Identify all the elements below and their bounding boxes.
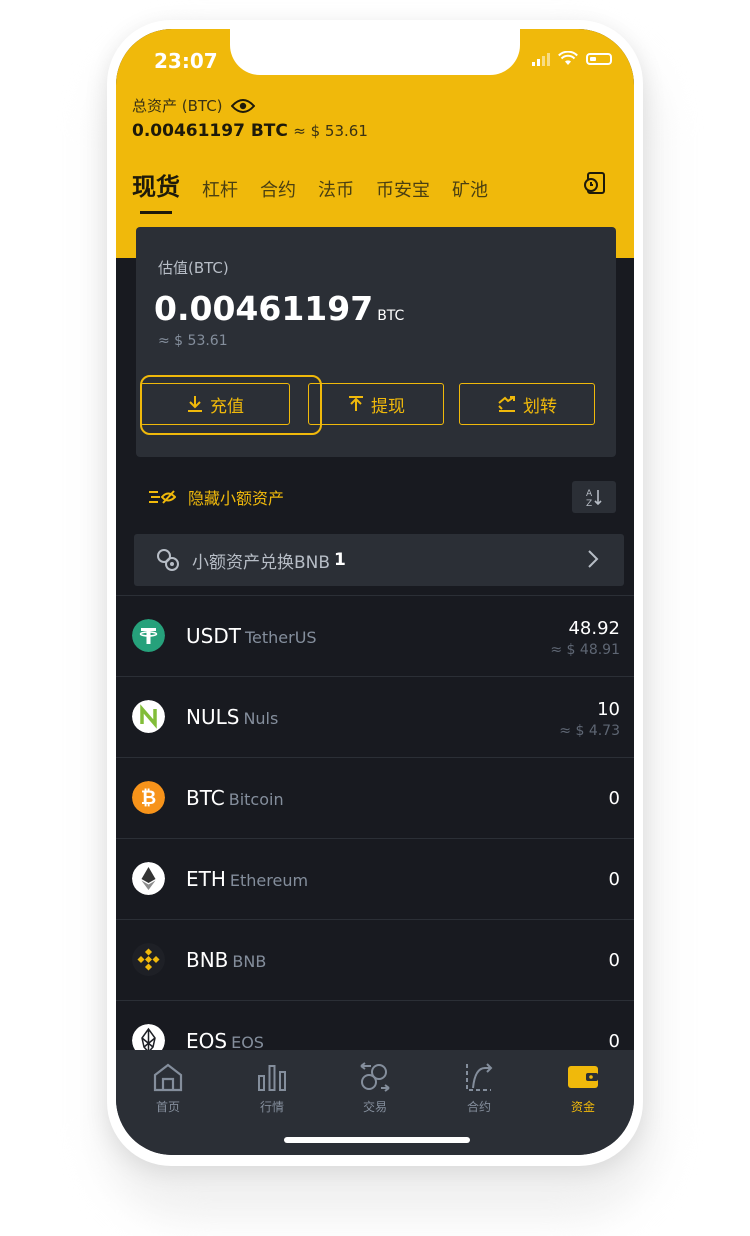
total-assets-label: 总资产 (BTC) [132, 95, 255, 116]
deposit-button[interactable]: 充值 [140, 383, 290, 425]
convert-small-assets-row[interactable]: 小额资产兑换BNB 1 [134, 534, 624, 586]
hide-small-assets-toggle[interactable]: 隐藏小额资产 [148, 485, 284, 509]
nav-funds[interactable]: 资金 [538, 1062, 628, 1115]
convert-icon [157, 549, 179, 571]
tab-savings[interactable]: 币安宝 [376, 176, 430, 202]
svg-text:₿: ₿ [141, 787, 156, 809]
asset-fullname: Bitcoin [228, 790, 284, 809]
transfer-button[interactable]: 划转 [459, 383, 595, 425]
download-icon [188, 396, 202, 412]
nav-futures-label: 合约 [466, 1100, 491, 1114]
status-time: 23:07 [154, 49, 218, 73]
sort-icon: A Z [586, 489, 602, 507]
asset-name: NULS Nuls [186, 705, 278, 729]
battery-icon [586, 52, 612, 65]
valuation-card: 估值(BTC) 0.00461197 BTC ≈ $ 53.61 充值 提现 划转 [136, 227, 616, 457]
deposit-label: 充值 [210, 396, 244, 417]
tab-margin[interactable]: 杠杆 [202, 176, 238, 202]
phone-notch [230, 29, 520, 75]
asset-symbol: BNB [186, 948, 229, 972]
bnb-icon [132, 943, 165, 976]
asset-symbol: ETH [186, 867, 226, 891]
asset-symbol: BTC [186, 786, 225, 810]
asset-amount: 10 [597, 699, 620, 720]
nav-trade[interactable]: 交易 [330, 1062, 420, 1115]
nav-futures[interactable]: 合约 [434, 1062, 524, 1115]
sort-button[interactable]: A Z [572, 481, 616, 513]
app-screen: 23:07 总资产 (BTC) 0.00461197 BTC ≈ $ 53.61… [116, 29, 634, 1155]
asset-fullname: Ethereum [229, 871, 309, 890]
asset-fullname: Nuls [243, 709, 279, 728]
trade-icon [360, 1062, 390, 1092]
history-icon[interactable] [582, 171, 606, 195]
valuation-amount: 0.00461197 [154, 289, 374, 328]
asset-name: BTC Bitcoin [186, 786, 284, 810]
tab-futures[interactable]: 合约 [260, 176, 296, 202]
svg-text:A: A [586, 489, 593, 499]
hide-small-assets-label: 隐藏小额资产 [188, 489, 285, 508]
nav-markets-label: 行情 [259, 1100, 284, 1114]
bitcoin-icon: ₿ [132, 781, 165, 814]
upload-icon [349, 396, 363, 411]
asset-symbol: USDT [186, 624, 241, 648]
tab-fiat[interactable]: 法币 [318, 176, 354, 202]
withdraw-label: 提现 [371, 396, 405, 417]
asset-fullname: BNB [232, 952, 267, 971]
signal-icon [532, 52, 550, 66]
total-usd: ≈ $ 53.61 [293, 122, 368, 140]
asset-name: BNB BNB [186, 948, 266, 972]
ethereum-icon [132, 862, 165, 895]
transfer-icon [498, 396, 515, 412]
nav-markets[interactable]: 行情 [227, 1062, 317, 1115]
nav-home[interactable]: 首页 [123, 1062, 213, 1115]
tab-pool[interactable]: 矿池 [452, 176, 488, 202]
nav-trade-label: 交易 [362, 1100, 387, 1114]
bar-chart-icon [258, 1065, 286, 1091]
withdraw-button[interactable]: 提现 [308, 383, 444, 425]
eye-icon[interactable] [230, 98, 255, 114]
valuation-unit: BTC [377, 308, 405, 324]
total-assets-value: 0.00461197 BTC ≈ $ 53.61 [132, 121, 368, 141]
asset-usd-value: ≈ $ 4.73 [559, 723, 620, 739]
home-icon [153, 1063, 183, 1092]
asset-row-usdt[interactable]: USDT TetherUS 48.92 ≈ $ 48.91 [116, 595, 634, 677]
asset-symbol: NULS [186, 705, 240, 729]
asset-amount: 0 [608, 1031, 620, 1052]
svg-text:Z: Z [586, 499, 592, 507]
transfer-label: 划转 [523, 396, 557, 417]
asset-amount: 0 [608, 950, 620, 971]
asset-row-nuls[interactable]: NULS Nuls 10 ≈ $ 4.73 [116, 677, 634, 758]
home-indicator[interactable] [284, 1137, 470, 1143]
tether-icon [132, 619, 165, 652]
asset-row-btc[interactable]: ₿ BTC Bitcoin 0 [116, 758, 634, 839]
status-icons [532, 51, 612, 66]
total-assets-label-text: 总资产 (BTC) [132, 97, 223, 115]
tab-spot[interactable]: 现货 [132, 167, 180, 214]
total-btc: 0.00461197 BTC [132, 121, 288, 141]
futures-icon [466, 1063, 493, 1091]
asset-amount: 0 [608, 788, 620, 809]
asset-row-eth[interactable]: ETH Ethereum 0 [116, 839, 634, 920]
asset-amount: 0 [608, 869, 620, 890]
wifi-icon [558, 51, 578, 65]
asset-name: ETH Ethereum [186, 867, 308, 891]
hide-icon [149, 490, 176, 504]
asset-list: USDT TetherUS 48.92 ≈ $ 48.91 NULS Nuls 10… [116, 595, 634, 1082]
asset-amount: 48.92 [568, 618, 620, 639]
valuation-usd: ≈ $ 53.61 [158, 333, 228, 349]
chevron-right-icon [588, 550, 599, 568]
nav-home-label: 首页 [155, 1100, 180, 1114]
valuation-label: 估值(BTC) [158, 259, 229, 277]
asset-row-bnb[interactable]: BNB BNB 0 [116, 920, 634, 1001]
convert-label: 小额资产兑换BNB [192, 552, 331, 573]
convert-count: 1 [334, 550, 346, 570]
valuation-value: 0.00461197 BTC [154, 289, 404, 328]
nuls-icon [132, 700, 165, 733]
asset-fullname: TetherUS [244, 628, 317, 647]
nav-funds-label: 资金 [570, 1100, 595, 1114]
wallet-icon [568, 1066, 598, 1088]
asset-name: USDT TetherUS [186, 624, 317, 648]
asset-usd-value: ≈ $ 48.91 [550, 642, 620, 658]
asset-tabs: 现货 杠杆 合约 法币 币安宝 矿池 [132, 167, 510, 214]
